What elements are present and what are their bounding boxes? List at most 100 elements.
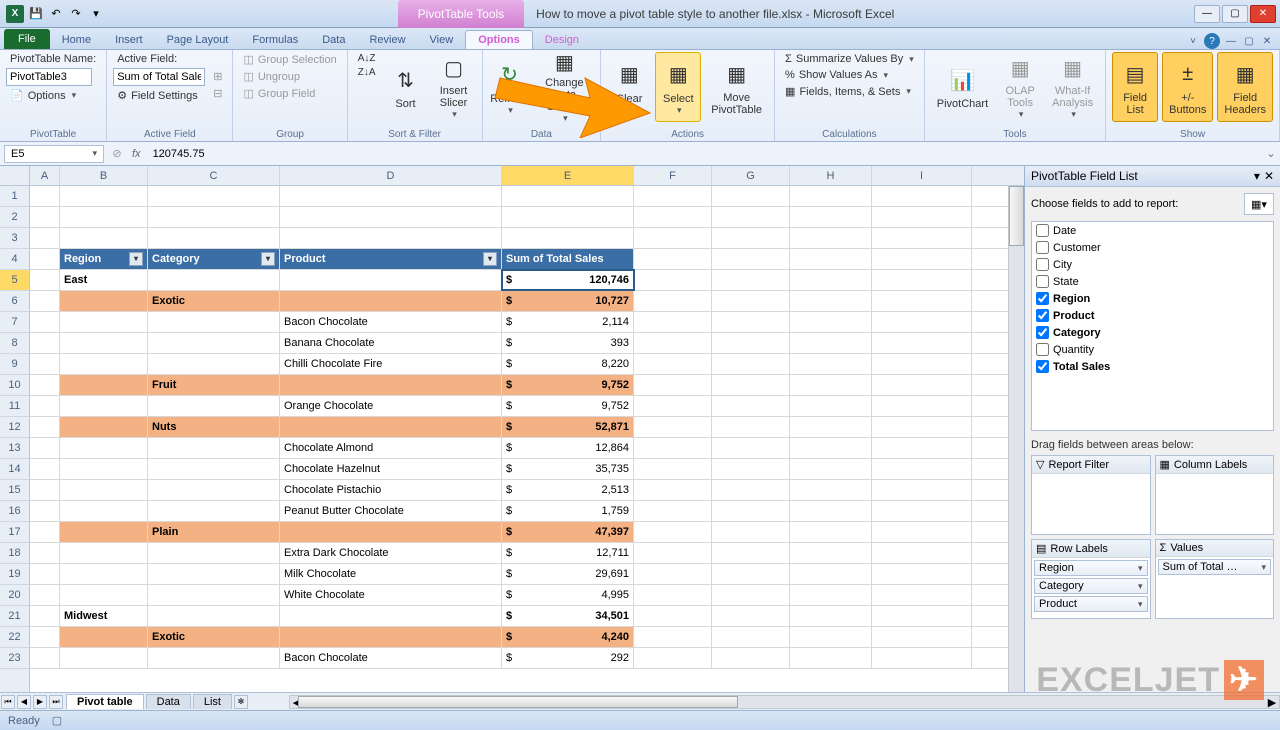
row-header[interactable]: 1 bbox=[0, 186, 29, 207]
horizontal-scrollbar-thumb[interactable] bbox=[298, 696, 738, 708]
column-header[interactable]: G bbox=[712, 166, 790, 185]
cell[interactable] bbox=[60, 627, 148, 647]
row-header[interactable]: 20 bbox=[0, 585, 29, 606]
cell[interactable] bbox=[60, 396, 148, 416]
pivot-category-cell[interactable]: Exotic bbox=[148, 627, 280, 647]
cell[interactable] bbox=[712, 543, 790, 563]
active-field-input[interactable] bbox=[113, 68, 205, 86]
cell[interactable] bbox=[634, 627, 712, 647]
cell[interactable] bbox=[60, 291, 148, 311]
area-item-dropdown-icon[interactable]: ▾ bbox=[1261, 562, 1266, 573]
cell[interactable] bbox=[30, 459, 60, 479]
olap-tools-button[interactable]: ▦ OLAP Tools▾ bbox=[998, 52, 1042, 122]
field-list-item[interactable]: Category bbox=[1032, 324, 1273, 341]
cell[interactable] bbox=[790, 606, 872, 626]
cell[interactable] bbox=[60, 354, 148, 374]
cell[interactable] bbox=[30, 228, 60, 248]
row-header[interactable]: 16 bbox=[0, 501, 29, 522]
tab-page-layout[interactable]: Page Layout bbox=[155, 31, 241, 49]
options-button[interactable]: 📄 Options▾ bbox=[6, 88, 100, 103]
tab-home[interactable]: Home bbox=[50, 31, 103, 49]
cell[interactable] bbox=[30, 627, 60, 647]
cell[interactable] bbox=[148, 606, 280, 626]
cell[interactable] bbox=[790, 480, 872, 500]
sort-desc-icon[interactable]: Z↓A bbox=[354, 66, 380, 79]
cell[interactable] bbox=[872, 354, 972, 374]
name-box[interactable]: E5 ▾ bbox=[4, 145, 104, 163]
report-filter-area[interactable]: ▽Report Filter bbox=[1031, 455, 1151, 535]
cell[interactable] bbox=[30, 564, 60, 584]
cell[interactable] bbox=[634, 438, 712, 458]
row-header[interactable]: 19 bbox=[0, 564, 29, 585]
hscroll-right-icon[interactable]: ▶ bbox=[1265, 696, 1279, 708]
pivot-product-cell[interactable]: Bacon Chocolate bbox=[280, 648, 502, 668]
field-checkbox[interactable] bbox=[1036, 326, 1049, 339]
doc-close-icon[interactable]: ✕ bbox=[1260, 34, 1274, 48]
cell[interactable] bbox=[872, 396, 972, 416]
row-header[interactable]: 7 bbox=[0, 312, 29, 333]
row-header[interactable]: 17 bbox=[0, 522, 29, 543]
row-header[interactable]: 2 bbox=[0, 207, 29, 228]
cell[interactable] bbox=[60, 564, 148, 584]
cell[interactable] bbox=[30, 207, 60, 227]
tab-view[interactable]: View bbox=[418, 31, 466, 49]
formula-input[interactable]: 120745.75 bbox=[147, 146, 1262, 162]
sort-asc-icon[interactable]: A↓Z bbox=[354, 52, 380, 65]
whatif-button[interactable]: ▦ What-If Analysis▾ bbox=[1046, 52, 1099, 122]
row-header[interactable]: 6 bbox=[0, 291, 29, 312]
cell[interactable] bbox=[790, 459, 872, 479]
cell[interactable] bbox=[712, 228, 790, 248]
cell[interactable] bbox=[712, 480, 790, 500]
pivottable-name-input[interactable] bbox=[6, 68, 92, 86]
select-all-corner[interactable] bbox=[0, 166, 29, 186]
cell[interactable] bbox=[712, 648, 790, 668]
field-list-layout-button[interactable]: ▦▾ bbox=[1244, 193, 1274, 215]
tab-options[interactable]: Options bbox=[465, 30, 533, 49]
pivot-header-region[interactable]: Region▾ bbox=[60, 249, 148, 269]
redo-icon[interactable]: ↷ bbox=[68, 6, 84, 22]
save-icon[interactable]: 💾 bbox=[28, 6, 44, 22]
cell[interactable] bbox=[790, 522, 872, 542]
cell[interactable] bbox=[790, 375, 872, 395]
cell[interactable] bbox=[712, 606, 790, 626]
pivot-value-cell[interactable]: $2,513 bbox=[502, 480, 634, 500]
column-header[interactable]: H bbox=[790, 166, 872, 185]
cell[interactable] bbox=[148, 186, 280, 206]
minimize-button[interactable]: — bbox=[1194, 5, 1220, 23]
cell[interactable] bbox=[280, 627, 502, 647]
pivot-header-sum[interactable]: Sum of Total Sales bbox=[502, 249, 634, 269]
cell[interactable] bbox=[60, 543, 148, 563]
field-checkbox[interactable] bbox=[1036, 224, 1049, 237]
cell[interactable] bbox=[634, 396, 712, 416]
field-list-item[interactable]: Date bbox=[1032, 222, 1273, 239]
cell[interactable] bbox=[872, 480, 972, 500]
field-checkbox[interactable] bbox=[1036, 343, 1049, 356]
row-header[interactable]: 21 bbox=[0, 606, 29, 627]
cell[interactable] bbox=[30, 186, 60, 206]
cell[interactable] bbox=[60, 438, 148, 458]
field-checkbox[interactable] bbox=[1036, 258, 1049, 271]
field-checkbox[interactable] bbox=[1036, 309, 1049, 322]
column-header[interactable]: A bbox=[30, 166, 60, 185]
cell[interactable] bbox=[634, 564, 712, 584]
cell[interactable] bbox=[60, 585, 148, 605]
cell[interactable] bbox=[60, 501, 148, 521]
column-header[interactable]: D bbox=[280, 166, 502, 185]
cell[interactable] bbox=[712, 585, 790, 605]
sheet-nav-prev[interactable]: ◀ bbox=[17, 695, 31, 709]
sheet-tab[interactable]: List bbox=[193, 694, 232, 709]
row-header[interactable]: 15 bbox=[0, 480, 29, 501]
row-header[interactable]: 13 bbox=[0, 438, 29, 459]
row-header[interactable]: 3 bbox=[0, 228, 29, 249]
area-item-dropdown-icon[interactable]: ▾ bbox=[1138, 563, 1143, 574]
cell[interactable] bbox=[712, 207, 790, 227]
sheet-tab[interactable]: Data bbox=[146, 694, 191, 709]
cell[interactable] bbox=[872, 438, 972, 458]
cell[interactable] bbox=[790, 249, 872, 269]
cell[interactable] bbox=[872, 186, 972, 206]
values-area[interactable]: ΣValues Sum of Total …▾ bbox=[1155, 539, 1275, 619]
select-button[interactable]: ▦ Select▾ bbox=[655, 52, 701, 122]
insert-slicer-button[interactable]: ▢ Insert Slicer▾ bbox=[432, 52, 476, 122]
cell[interactable] bbox=[790, 627, 872, 647]
pivotchart-button[interactable]: 📊 PivotChart bbox=[931, 52, 994, 122]
